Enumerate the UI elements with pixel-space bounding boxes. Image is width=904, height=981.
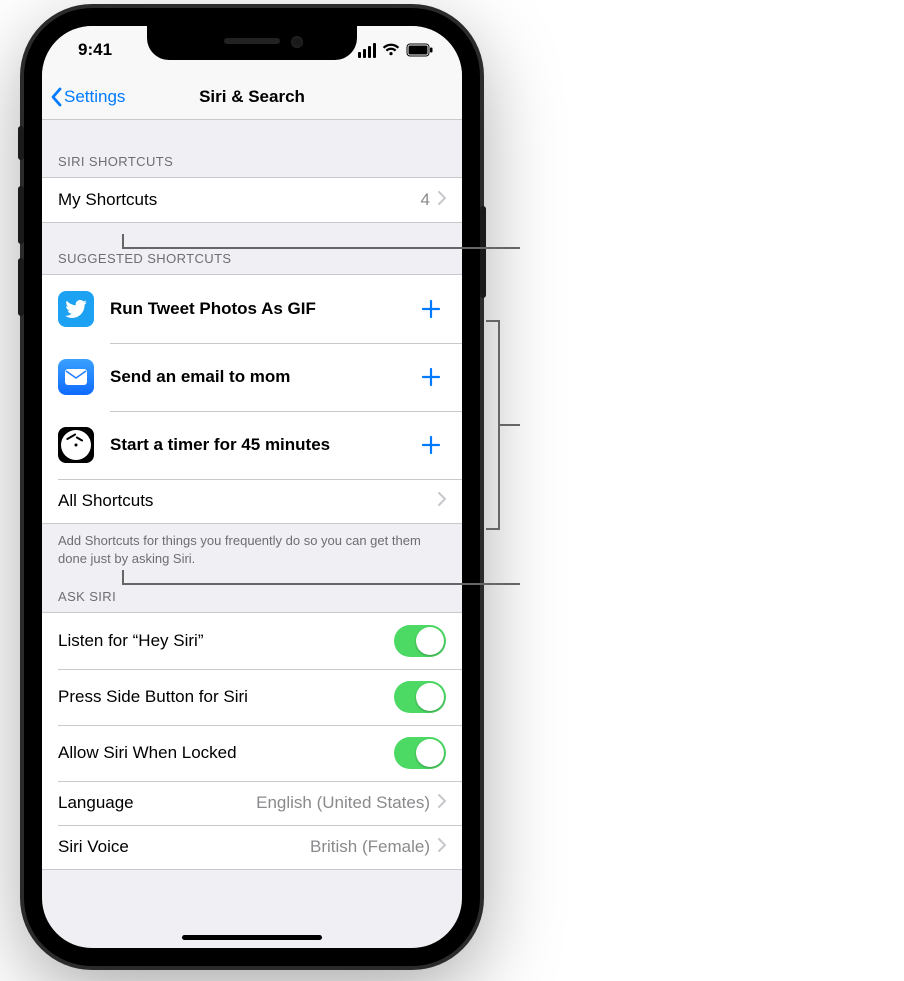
row-label: My Shortcuts bbox=[58, 190, 421, 210]
chevron-right-icon bbox=[438, 837, 446, 857]
callout-line bbox=[122, 583, 520, 585]
back-button[interactable]: Settings bbox=[42, 87, 125, 107]
row-label: Siri Voice bbox=[58, 837, 310, 857]
row-side-button-siri[interactable]: Press Side Button for Siri bbox=[42, 669, 462, 725]
row-hey-siri[interactable]: Listen for “Hey Siri” bbox=[42, 613, 462, 669]
status-time: 9:41 bbox=[78, 40, 112, 60]
row-all-shortcuts[interactable]: All Shortcuts bbox=[42, 479, 462, 523]
callout-line bbox=[122, 570, 124, 584]
row-label: Listen for “Hey Siri” bbox=[58, 631, 394, 651]
add-shortcut-button[interactable] bbox=[416, 430, 446, 460]
mute-switch bbox=[18, 126, 24, 160]
callout-bracket bbox=[486, 528, 500, 530]
add-shortcut-button[interactable] bbox=[416, 294, 446, 324]
callout-line bbox=[498, 424, 520, 426]
home-indicator bbox=[182, 935, 322, 940]
chevron-right-icon bbox=[438, 793, 446, 813]
screen: 9:41 Settings Siri & Search bbox=[42, 26, 462, 948]
clock-icon bbox=[58, 427, 94, 463]
iphone-frame: 9:41 Settings Siri & Search bbox=[24, 8, 480, 966]
suggested-shortcut-row[interactable]: Send an email to mom bbox=[42, 343, 462, 411]
side-button bbox=[480, 206, 486, 298]
back-label: Settings bbox=[64, 87, 125, 107]
row-language[interactable]: Language English (United States) bbox=[42, 781, 462, 825]
shortcut-label: Start a timer for 45 minutes bbox=[110, 435, 416, 455]
section-footer-suggested: Add Shortcuts for things you frequently … bbox=[42, 524, 462, 571]
plus-icon bbox=[420, 434, 442, 456]
notch bbox=[147, 26, 357, 60]
chevron-left-icon bbox=[50, 87, 62, 107]
row-label: Allow Siri When Locked bbox=[58, 743, 394, 763]
row-label: All Shortcuts bbox=[58, 491, 438, 511]
section-header-ask-siri: ASK SIRI bbox=[42, 571, 462, 612]
row-value: 4 bbox=[421, 190, 430, 210]
callout-bracket bbox=[486, 320, 500, 322]
callout-line bbox=[122, 234, 124, 248]
chevron-right-icon bbox=[438, 190, 446, 210]
row-my-shortcuts[interactable]: My Shortcuts 4 bbox=[42, 178, 462, 222]
wifi-icon bbox=[382, 43, 400, 57]
shortcut-label: Send an email to mom bbox=[110, 367, 416, 387]
row-value: British (Female) bbox=[310, 837, 430, 857]
signal-icon bbox=[358, 43, 376, 58]
row-allow-locked[interactable]: Allow Siri When Locked bbox=[42, 725, 462, 781]
callout-line bbox=[122, 247, 520, 249]
suggested-shortcut-row[interactable]: Run Tweet Photos As GIF bbox=[42, 275, 462, 343]
suggested-shortcut-row[interactable]: Start a timer for 45 minutes bbox=[42, 411, 462, 479]
toggle-switch[interactable] bbox=[394, 737, 446, 769]
toggle-switch[interactable] bbox=[394, 681, 446, 713]
row-siri-voice[interactable]: Siri Voice British (Female) bbox=[42, 825, 462, 869]
plus-icon bbox=[420, 298, 442, 320]
shortcut-label: Run Tweet Photos As GIF bbox=[110, 299, 416, 319]
page-title: Siri & Search bbox=[199, 87, 305, 107]
row-label: Language bbox=[58, 793, 256, 813]
add-shortcut-button[interactable] bbox=[416, 362, 446, 392]
plus-icon bbox=[420, 366, 442, 388]
chevron-right-icon bbox=[438, 491, 446, 511]
mail-icon bbox=[58, 359, 94, 395]
section-header-siri-shortcuts: SIRI SHORTCUTS bbox=[42, 120, 462, 177]
content[interactable]: SIRI SHORTCUTS My Shortcuts 4 SUGGESTED … bbox=[42, 120, 462, 948]
nav-bar: Settings Siri & Search bbox=[42, 74, 462, 120]
row-label: Press Side Button for Siri bbox=[58, 687, 394, 707]
volume-down-button bbox=[18, 258, 24, 316]
volume-up-button bbox=[18, 186, 24, 244]
toggle-switch[interactable] bbox=[394, 625, 446, 657]
twitter-icon bbox=[58, 291, 94, 327]
row-value: English (United States) bbox=[256, 793, 430, 813]
battery-icon bbox=[406, 43, 434, 57]
